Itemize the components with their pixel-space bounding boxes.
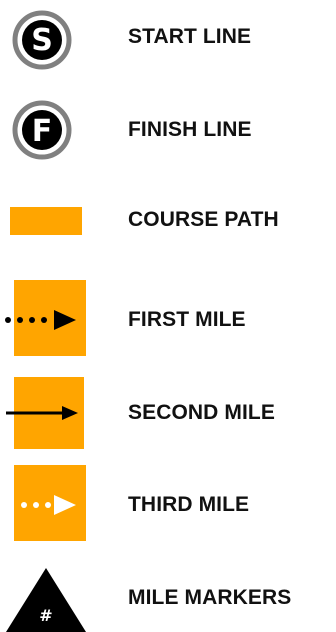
- start-icon-glyph: S: [31, 23, 53, 58]
- finish-icon-glyph: F: [32, 114, 53, 149]
- finish-circle-icon: F: [12, 100, 72, 160]
- mile-marker-triangle-icon: #: [6, 568, 86, 632]
- map-legend: S START LINE F FINISH LINE COURSE PATH F…: [0, 0, 336, 632]
- legend-item-second-mile: SECOND MILE: [0, 365, 336, 449]
- legend-item-course-path: COURSE PATH: [0, 180, 336, 260]
- legend-label-start-line: START LINE: [128, 25, 252, 48]
- course-path-swatch: [10, 207, 82, 235]
- legend-item-start-line: S START LINE: [0, 0, 336, 80]
- legend-label-finish-line: FINISH LINE: [128, 118, 252, 141]
- legend-item-first-mile: FIRST MILE: [0, 270, 336, 356]
- legend-label-first-mile: FIRST MILE: [128, 308, 246, 331]
- legend-item-finish-line: F FINISH LINE: [0, 90, 336, 170]
- legend-label-second-mile: SECOND MILE: [128, 401, 275, 424]
- white-dotted-arrow-icon: [14, 465, 86, 541]
- legend-item-third-mile: THIRD MILE: [0, 455, 336, 541]
- legend-item-mile-markers: # MILE MARKERS: [0, 552, 336, 632]
- legend-label-mile-markers: MILE MARKERS: [128, 586, 292, 609]
- mile-marker-glyph: #: [39, 606, 52, 625]
- legend-label-third-mile: THIRD MILE: [128, 493, 250, 516]
- solid-arrow-icon: [6, 377, 84, 449]
- legend-label-course-path: COURSE PATH: [128, 208, 279, 231]
- start-circle-icon: S: [12, 10, 72, 70]
- dotted-arrow-icon: [5, 280, 86, 356]
